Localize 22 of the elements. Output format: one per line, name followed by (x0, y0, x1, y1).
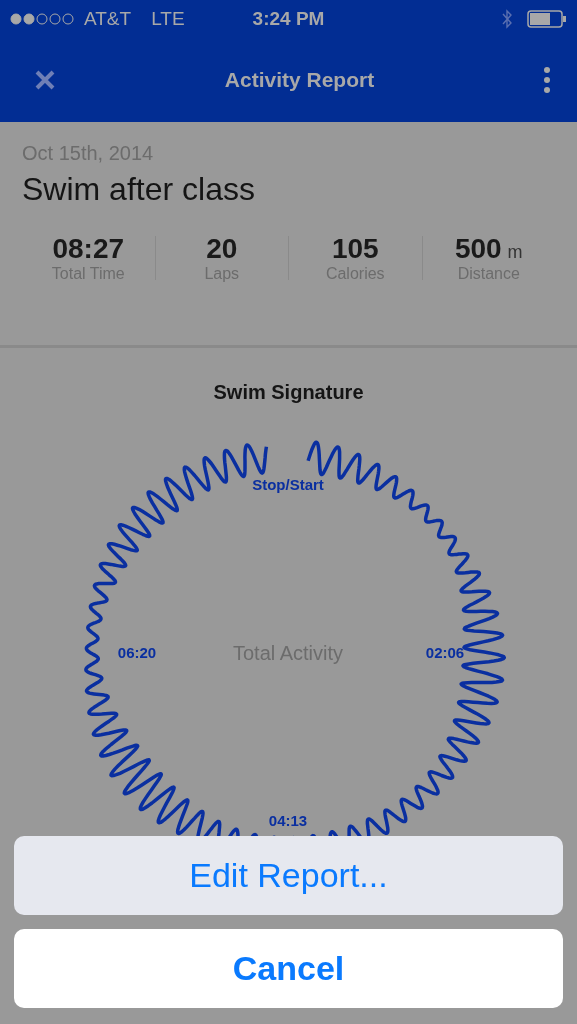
screen-title: Activity Report (224, 68, 375, 92)
time-label: 04:13 (268, 812, 308, 829)
start-label: Stop/Start (252, 476, 324, 493)
signal-icon (10, 13, 76, 25)
bluetooth-icon (501, 9, 513, 29)
stat-unit: m (507, 242, 523, 263)
more-icon (543, 66, 551, 94)
time-label: 06:20 (117, 644, 157, 661)
stat-value: 105 (331, 234, 379, 265)
stat-value: 08:27 (52, 234, 125, 265)
battery-icon (527, 10, 567, 28)
cancel-button[interactable]: Cancel (14, 929, 563, 1008)
network-type: LTE (151, 8, 185, 30)
time-label: 02:06 (425, 644, 465, 661)
carrier: AT&T (84, 8, 132, 30)
chart-title: Swim Signature (213, 381, 364, 404)
stat-value: 20 (206, 234, 238, 265)
edit-report-button[interactable]: Edit Report... (14, 836, 563, 915)
clock: 3:24 PM (252, 8, 325, 30)
stat-value: 500 (454, 234, 502, 265)
activity-name: Swim after class (22, 171, 256, 208)
close-icon (34, 69, 56, 91)
